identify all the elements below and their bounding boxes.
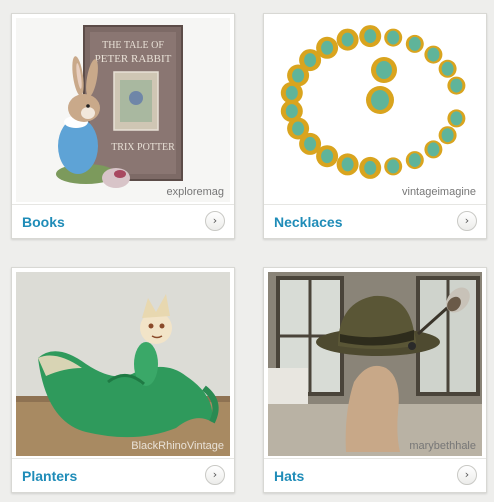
category-link-planters[interactable]: Planters [22,468,77,484]
necklace-green-stone [450,78,463,93]
necklace-green-stone [387,30,400,45]
planters-photo[interactable]: BlackRhinoVintage [16,272,230,456]
book-title-line-2: PETER RABBIT [95,53,172,65]
chevron-right-icon[interactable]: › [205,465,225,485]
books-photo[interactable]: THE TALE OF PETER RABBIT TRIX POTTER exp… [16,18,230,202]
necklace-green-stone [364,29,377,44]
category-card-hats[interactable]: marybethhale Hats › [263,267,487,493]
necklace-green-stone [450,111,463,126]
category-card-necklaces[interactable]: vintageimagine Necklaces › [263,13,487,239]
necklace-green-stone [285,104,298,119]
category-link-books[interactable]: Books [22,214,65,230]
necklace-green-stone [321,40,334,55]
necklace-green-stone [292,121,305,136]
necklace-green-stone [292,68,305,83]
necklace-green-stone [441,61,454,76]
category-link-necklaces[interactable]: Necklaces [274,214,343,230]
photo-credit: vintageimagine [402,186,476,198]
book-author: TRIX POTTER [111,142,175,153]
category-card-books[interactable]: THE TALE OF PETER RABBIT TRIX POTTER exp… [11,13,235,239]
photo-credit: exploremag [166,186,224,198]
category-card-planters[interactable]: BlackRhinoVintage Planters › [11,267,235,493]
card-footer: Necklaces › [264,204,486,238]
hats-photo[interactable]: marybethhale [268,272,482,456]
necklace-green-stone [427,142,440,157]
card-footer: Books › [12,204,234,238]
chevron-right-icon[interactable]: › [457,211,477,231]
card-footer: Hats › [264,458,486,492]
chevron-right-icon[interactable]: › [457,465,477,485]
necklace-green-stone [427,47,440,62]
card-footer: Planters › [12,458,234,492]
photo-credit: marybethhale [409,440,476,452]
necklace-green-stone [441,128,454,143]
necklace-green-stone [341,157,354,172]
necklace-green-stone [341,32,354,47]
necklace-green-stone [304,136,317,151]
necklace-green-stone [408,153,421,168]
category-link-hats[interactable]: Hats [274,468,304,484]
necklace-green-stone [364,160,377,175]
necklaces-photo[interactable]: vintageimagine [268,18,482,202]
necklace-green-stone [387,159,400,174]
necklace-green-stone [321,149,334,164]
photo-credit: BlackRhinoVintage [131,440,224,452]
book-title-line-1: THE TALE OF [102,40,164,51]
necklace-green-stone [285,85,298,100]
chevron-right-icon[interactable]: › [205,211,225,231]
necklace-green-stone [408,36,421,51]
necklace-green-stone [304,53,317,68]
